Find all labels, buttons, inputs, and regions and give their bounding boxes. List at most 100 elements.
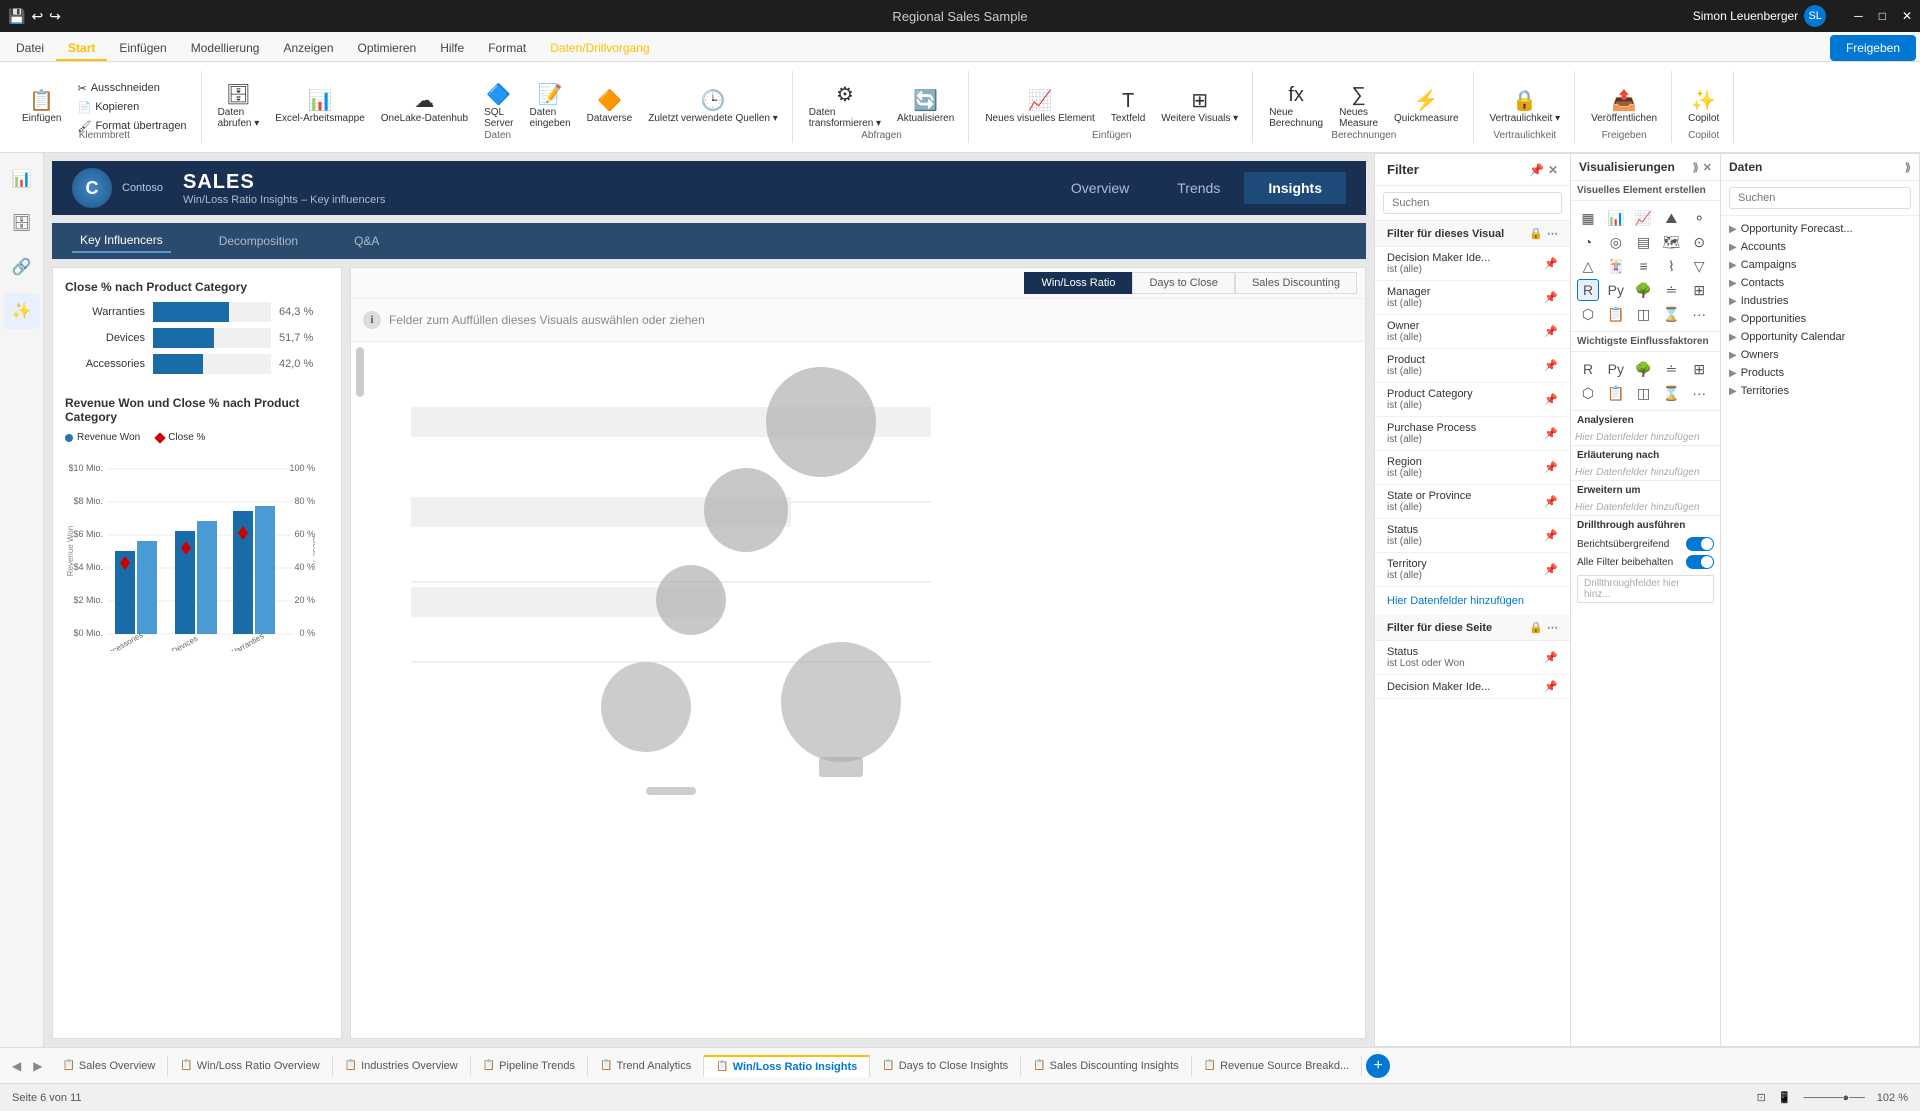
page-nav-next[interactable]: ▶ xyxy=(25,1059,50,1073)
filter-lock-icon[interactable]: 🔒 xyxy=(1529,227,1543,240)
excel-button[interactable]: 📊 Excel-Arbeitsmappe xyxy=(269,87,370,128)
viz-bar-icon[interactable]: 📊 xyxy=(1605,207,1627,229)
undo-icon[interactable]: ↩ xyxy=(31,8,43,25)
viz-sub-2[interactable]: Py xyxy=(1605,358,1627,380)
pill-win-loss[interactable]: Win/Loss Ratio xyxy=(1024,272,1132,294)
viz-table-icon[interactable]: ▦ xyxy=(1577,207,1599,229)
viz-sub-more[interactable]: ··· xyxy=(1688,382,1710,404)
viz-pie-icon[interactable]: ◔ xyxy=(1577,231,1599,253)
status-fit-page[interactable]: ⊡ xyxy=(1757,1091,1766,1104)
neues-visual-button[interactable]: 📈 Neues visuelles Element xyxy=(979,87,1101,128)
filter-product-category[interactable]: Product Category ist (alle) 📌 xyxy=(1375,383,1570,417)
filter-decision-maker-pin[interactable]: 📌 xyxy=(1544,257,1558,270)
filter-purchase-process-pin[interactable]: 📌 xyxy=(1544,427,1558,440)
filter-territory[interactable]: Territory ist (alle) 📌 xyxy=(1375,553,1570,587)
filter-product[interactable]: Product ist (alle) 📌 xyxy=(1375,349,1570,383)
tab-anzeigen[interactable]: Anzeigen xyxy=(271,37,345,61)
viz-sub-4[interactable]: ≐ xyxy=(1660,358,1682,380)
copy-button[interactable]: 📄 Kopieren xyxy=(71,99,192,116)
filter-page-expand-icon[interactable]: ⋯ xyxy=(1547,621,1558,634)
viz-custom-1[interactable]: ⬡ xyxy=(1577,303,1599,325)
neue-berechnung-button[interactable]: fx NeueBerechnung xyxy=(1263,81,1329,133)
filter-toggle[interactable] xyxy=(1686,555,1714,569)
tab-sales-overview[interactable]: 📋 Sales Overview xyxy=(50,1056,168,1076)
report-toggle[interactable] xyxy=(1686,537,1714,551)
cut-button[interactable]: ✂ Ausschneiden xyxy=(71,80,192,97)
page-nav-prev[interactable]: ◀ xyxy=(8,1059,25,1073)
viz-kpi-icon[interactable]: △ xyxy=(1577,255,1599,277)
close-button[interactable]: ✕ xyxy=(1902,9,1912,23)
tab-win-loss-insights[interactable]: 📋 Win/Loss Ratio Insights xyxy=(704,1055,870,1077)
viz-card-icon[interactable]: 🃏 xyxy=(1605,255,1627,277)
filter-add-field-visual[interactable]: Hier Datenfelder hinzufügen xyxy=(1375,587,1570,615)
data-item-contacts[interactable]: ▶ Contacts xyxy=(1725,274,1915,292)
explain-add-field[interactable]: Hier Datenfelder hinzufügen xyxy=(1571,465,1720,480)
data-item-accounts[interactable]: ▶ Accounts xyxy=(1725,238,1915,256)
viz-more-icon[interactable]: ··· xyxy=(1688,303,1710,325)
filter-decision-maker[interactable]: Decision Maker Ide... ist (alle) 📌 xyxy=(1375,247,1570,281)
bar-war-2[interactable] xyxy=(255,506,275,634)
data-item-campaigns[interactable]: ▶ Campaigns xyxy=(1725,256,1915,274)
bar-dev-2[interactable] xyxy=(197,521,217,634)
viz-sub-7[interactable]: 📋 xyxy=(1605,382,1627,404)
viz-custom-3[interactable]: ◫ xyxy=(1633,303,1655,325)
filter-page-decision-maker[interactable]: Decision Maker Ide... 📌 xyxy=(1375,675,1570,699)
save-icon[interactable]: 💾 xyxy=(8,8,25,25)
filter-pin-icon[interactable]: 📌 xyxy=(1529,163,1544,177)
filter-manager[interactable]: Manager ist (alle) 📌 xyxy=(1375,281,1570,315)
expand-add-field[interactable]: Hier Datenfelder hinzufügen xyxy=(1571,500,1720,515)
veroeffentlichen-button[interactable]: 📤 Veröffentlichen xyxy=(1585,87,1663,128)
minimize-button[interactable]: ─ xyxy=(1854,9,1863,23)
sidebar-data-icon[interactable]: 🗄 xyxy=(4,205,40,241)
daten-eingeben-button[interactable]: 📝 Dateneingeben xyxy=(524,81,577,133)
filter-product-pin[interactable]: 📌 xyxy=(1544,359,1558,372)
subnav-qa[interactable]: Q&A xyxy=(346,230,387,252)
paste-button[interactable]: 📋 Einfügen xyxy=(16,87,67,128)
weitere-visuals-button[interactable]: ⊞ Weitere Visuals ▾ xyxy=(1155,87,1244,128)
analyze-add-field[interactable]: Hier Datenfelder hinzufügen xyxy=(1571,430,1720,445)
viz-sub-5[interactable]: ⊞ xyxy=(1688,358,1710,380)
onelake-button[interactable]: ☁ OneLake-Datenhub xyxy=(375,87,474,128)
viz-multi-row-icon[interactable]: ≡ xyxy=(1633,255,1655,277)
quickmeasure-button[interactable]: ⚡ Quickmeasure xyxy=(1388,87,1464,128)
tab-pipeline-trends[interactable]: 📋 Pipeline Trends xyxy=(471,1056,588,1076)
data-item-industries[interactable]: ▶ Industries xyxy=(1725,292,1915,310)
status-phone-view[interactable]: 📱 xyxy=(1778,1091,1792,1104)
drillthrough-add-btn[interactable]: Drillthroughfelder hier hinz... xyxy=(1577,575,1714,603)
copilot-button[interactable]: ✨ Copilot xyxy=(1682,87,1725,128)
viz-custom-2[interactable]: 📋 xyxy=(1605,303,1627,325)
viz-treemap-icon[interactable]: ▤ xyxy=(1633,231,1655,253)
tab-revenue-source[interactable]: 📋 Revenue Source Breakd... xyxy=(1192,1056,1362,1076)
sql-button[interactable]: 🔷 SQLServer xyxy=(478,81,519,133)
data-item-products[interactable]: ▶ Products xyxy=(1725,364,1915,382)
viz-key-influencer-icon[interactable]: R xyxy=(1577,279,1599,301)
viz-sub-1[interactable]: R xyxy=(1577,358,1599,380)
tab-hilfe[interactable]: Hilfe xyxy=(428,37,476,61)
filter-state-pin[interactable]: 📌 xyxy=(1544,495,1558,508)
viz-custom-4[interactable]: ⌛ xyxy=(1660,303,1682,325)
scroll-handle-left[interactable] xyxy=(356,347,364,397)
nav-link-overview[interactable]: Overview xyxy=(1047,172,1153,204)
viz-slicer-icon[interactable]: ≐ xyxy=(1660,279,1682,301)
viz-sub-3[interactable]: 🌳 xyxy=(1633,358,1655,380)
tab-days-to-close[interactable]: 📋 Days to Close Insights xyxy=(870,1056,1021,1076)
vertraulichkeit-button[interactable]: 🔒 Vertraulichkeit ▾ xyxy=(1484,87,1567,128)
sidebar-copilot-icon[interactable]: ✨ xyxy=(4,293,40,329)
zoom-slider[interactable]: ─────●── xyxy=(1804,1092,1865,1104)
tab-sales-discounting[interactable]: 📋 Sales Discounting Insights xyxy=(1021,1056,1191,1076)
pill-sales-discounting[interactable]: Sales Discounting xyxy=(1235,272,1357,294)
viz-area-icon[interactable]: ⛰ xyxy=(1660,207,1682,229)
filter-region-pin[interactable]: 📌 xyxy=(1544,461,1558,474)
viz-sub-9[interactable]: ⌛ xyxy=(1660,382,1682,404)
bar-acc-2[interactable] xyxy=(137,541,157,634)
filter-status-pin[interactable]: 📌 xyxy=(1544,529,1558,542)
filter-territory-pin[interactable]: 📌 xyxy=(1544,563,1558,576)
tab-daten-drillvorgang[interactable]: Daten/Drillvorgang xyxy=(538,37,661,61)
data-item-owners[interactable]: ▶ Owners xyxy=(1725,346,1915,364)
tab-datei[interactable]: Datei xyxy=(4,37,56,61)
sidebar-report-icon[interactable]: 📊 xyxy=(4,161,40,197)
filter-manager-pin[interactable]: 📌 xyxy=(1544,291,1558,304)
data-expand-icon[interactable]: ⟫ xyxy=(1905,161,1911,174)
textfeld-button[interactable]: T Textfeld xyxy=(1105,87,1151,128)
subnav-decomposition[interactable]: Decomposition xyxy=(211,230,306,252)
